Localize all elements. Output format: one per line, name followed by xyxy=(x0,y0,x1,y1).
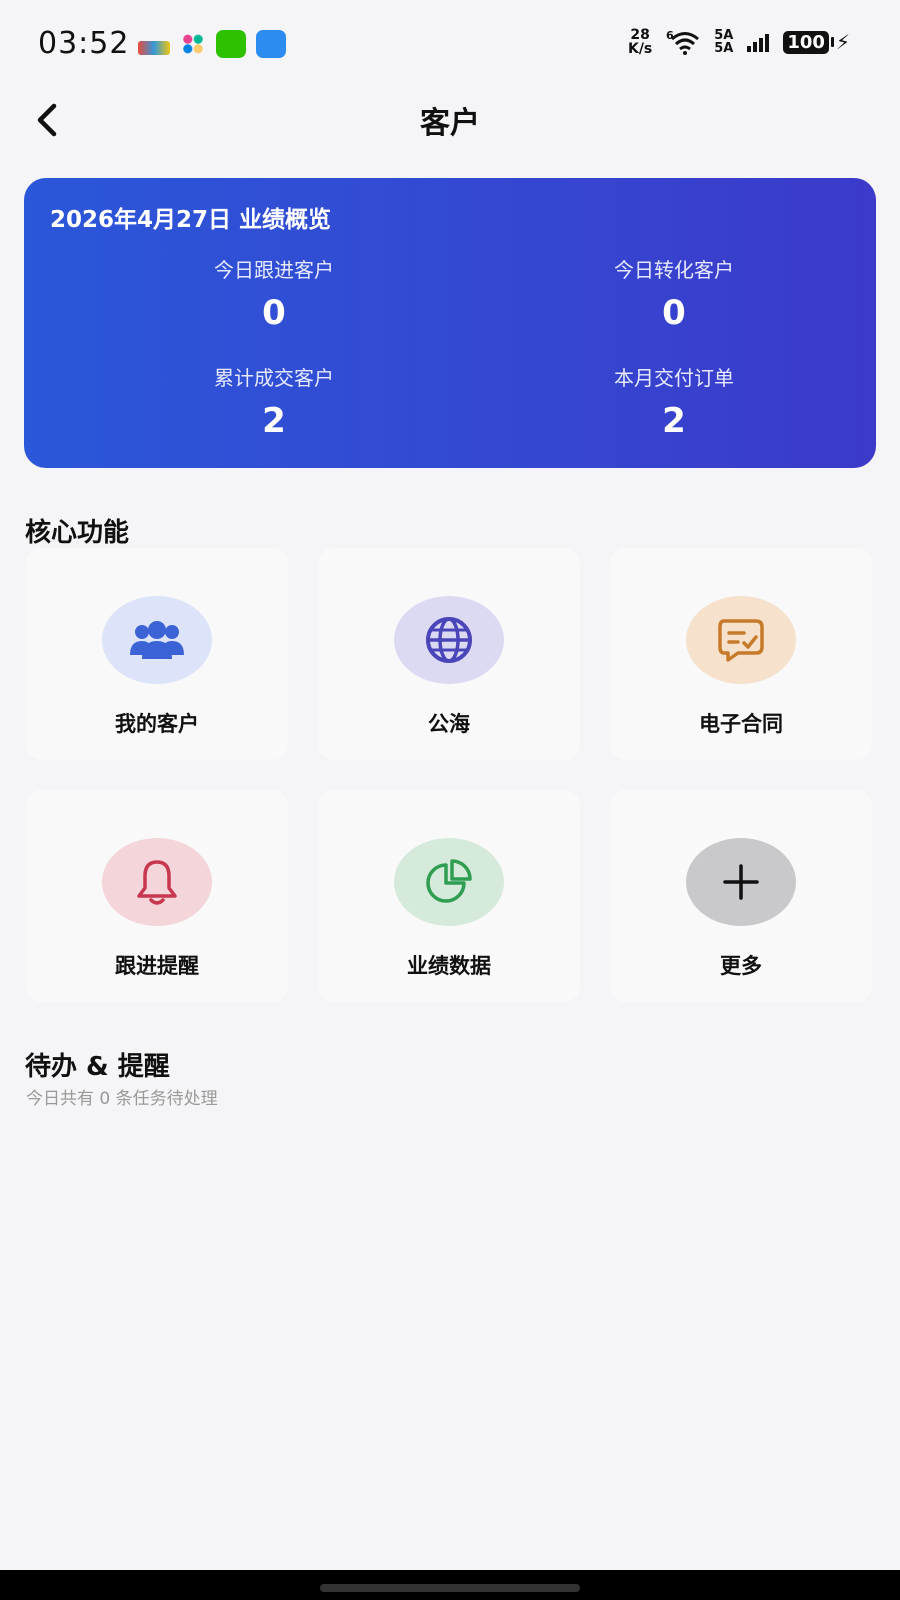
battery-icon: 100 ⚡ xyxy=(783,30,850,54)
stat-value: 2 xyxy=(662,401,686,441)
app-notification-icon xyxy=(180,32,206,56)
tile-label: 跟进提醒 xyxy=(115,954,199,978)
my-customers-button[interactable]: 我的客户 xyxy=(26,548,288,760)
public-pool-button[interactable]: 公海 xyxy=(318,548,580,760)
system-nav-bar xyxy=(0,1570,900,1600)
e-contract-button[interactable]: 电子合同 xyxy=(610,548,872,760)
tile-label: 电子合同 xyxy=(699,712,783,736)
stat-label: 今日跟进客户 xyxy=(214,258,334,282)
status-time: 03:52 xyxy=(38,26,130,61)
wifi-icon: 6 xyxy=(666,29,700,55)
performance-overview-card: 2026年4月27日 业绩概览 今日跟进客户 0 今日转化客户 0 累计成交客户… xyxy=(24,178,876,468)
todo-subtitle: 今日共有 0 条任务待处理 xyxy=(26,1089,218,1109)
stat-value: 0 xyxy=(662,293,686,333)
wechat-icon xyxy=(216,30,246,58)
charging-icon: ⚡ xyxy=(835,30,850,54)
overview-title: 2026年4月27日 业绩概览 xyxy=(50,207,332,233)
page-title: 客户 xyxy=(420,106,480,141)
stat-month-orders: 本月交付订单 2 xyxy=(524,362,824,441)
globe-icon xyxy=(426,617,472,663)
home-indicator[interactable] xyxy=(320,1584,580,1592)
todo-title: 待办 & 提醒 xyxy=(25,1052,170,1082)
tile-label: 公海 xyxy=(428,712,470,736)
tile-label: 业绩数据 xyxy=(407,954,491,978)
svg-text:6: 6 xyxy=(666,29,674,42)
users-icon xyxy=(130,621,184,659)
pie-chart-icon xyxy=(426,859,472,903)
performance-data-button[interactable]: 业绩数据 xyxy=(318,790,580,1002)
stat-today-converted: 今日转化客户 0 xyxy=(524,254,824,333)
stat-total-deals: 累计成交客户 2 xyxy=(124,362,424,441)
contract-icon xyxy=(718,619,764,662)
tile-label: 更多 xyxy=(720,954,762,978)
stat-today-followup: 今日跟进客户 0 xyxy=(124,254,424,333)
status-bar: 03:52 28 K/s 6 5A 5A 100 ⚡ xyxy=(0,0,900,80)
core-functions-title: 核心功能 xyxy=(25,518,130,548)
status-system-icons: 28 K/s 6 5A 5A 100 ⚡ xyxy=(628,28,850,56)
stat-value: 0 xyxy=(262,293,286,333)
nav-bar: 客户 xyxy=(0,80,900,160)
stat-label: 累计成交客户 xyxy=(214,366,334,390)
tile-label: 我的客户 xyxy=(115,712,199,736)
signal-bars-icon xyxy=(747,32,770,52)
net-speed: 28 K/s xyxy=(627,27,653,57)
status-notification-icons xyxy=(138,30,286,58)
followup-reminder-button[interactable]: 跟进提醒 xyxy=(26,790,288,1002)
cellular-signal-icon: 5A 5A xyxy=(714,28,734,56)
stat-label: 本月交付订单 xyxy=(614,366,734,390)
message-icon xyxy=(256,30,286,58)
stat-value: 2 xyxy=(262,401,286,441)
bell-icon xyxy=(137,860,177,905)
plus-icon xyxy=(723,864,759,900)
stat-label: 今日转化客户 xyxy=(614,258,734,282)
app-notification-icon xyxy=(138,41,170,55)
more-button[interactable]: 更多 xyxy=(610,790,872,1002)
